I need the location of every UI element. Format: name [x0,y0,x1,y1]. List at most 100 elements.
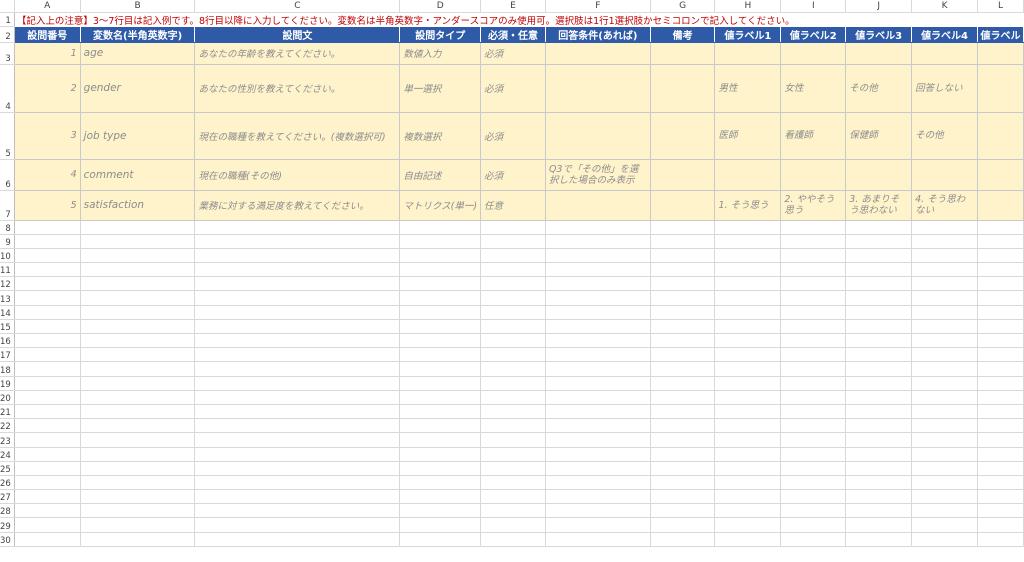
row-header-4[interactable]: 4 [0,64,15,113]
row-header-10[interactable]: 10 [0,248,15,264]
empty-cell[interactable] [480,532,546,547]
empty-cell[interactable] [845,319,913,335]
example-cell-l4[interactable]: その他 [911,112,978,160]
empty-cell[interactable] [194,432,401,448]
empty-cell[interactable] [194,404,401,420]
header-cell[interactable]: 備考 [650,26,716,43]
empty-cell[interactable] [14,390,81,405]
empty-cell[interactable] [399,333,482,349]
empty-cell[interactable] [911,432,978,448]
empty-cell[interactable] [714,503,782,519]
empty-cell[interactable] [80,475,196,491]
empty-cell[interactable] [714,404,782,420]
example-cell-l5[interactable] [977,64,1024,113]
example-cell-req[interactable]: 任意 [480,190,546,221]
row-header-9[interactable]: 9 [0,234,15,249]
empty-cell[interactable] [650,432,716,448]
empty-cell[interactable] [977,418,1024,434]
empty-cell[interactable] [399,418,482,434]
example-cell-no[interactable]: 5 [14,190,81,221]
empty-cell[interactable] [545,234,651,249]
instruction-notice[interactable]: 【記入上の注意】3～7行目は記入例です。8行目以降に入力してください。変数名は半… [14,12,1023,27]
empty-cell[interactable] [480,347,546,363]
empty-cell[interactable] [911,376,978,391]
empty-cell[interactable] [545,333,651,349]
empty-cell[interactable] [714,361,782,377]
empty-cell[interactable] [14,276,81,292]
empty-cell[interactable] [714,376,782,391]
empty-cell[interactable] [194,376,401,391]
empty-cell[interactable] [14,234,81,249]
empty-cell[interactable] [911,347,978,363]
empty-cell[interactable] [194,489,401,505]
empty-cell[interactable] [545,361,651,377]
example-cell-l5[interactable] [977,112,1024,160]
empty-cell[interactable] [650,390,716,405]
header-cell[interactable]: 値ラベル1 [714,26,782,43]
empty-cell[interactable] [194,418,401,434]
empty-cell[interactable] [80,418,196,434]
header-cell[interactable]: 必須・任意 [480,26,546,43]
column-header-a[interactable]: A [14,0,81,13]
empty-cell[interactable] [650,376,716,391]
empty-cell[interactable] [545,489,651,505]
empty-cell[interactable] [845,248,913,264]
empty-cell[interactable] [911,390,978,405]
empty-cell[interactable] [911,503,978,519]
empty-cell[interactable] [780,475,847,491]
empty-cell[interactable] [80,276,196,292]
empty-cell[interactable] [545,220,651,235]
example-cell-no[interactable]: 3 [14,112,81,160]
empty-cell[interactable] [14,475,81,491]
example-cell-no[interactable]: 2 [14,64,81,113]
example-cell-l3[interactable]: 保健師 [845,112,913,160]
example-cell-l4[interactable]: 4. そう思わない [911,190,978,221]
empty-cell[interactable] [194,390,401,405]
empty-cell[interactable] [845,418,913,434]
example-cell-req[interactable]: 必須 [480,112,546,160]
empty-cell[interactable] [780,220,847,235]
row-header-20[interactable]: 20 [0,390,15,405]
empty-cell[interactable] [14,333,81,349]
empty-cell[interactable] [545,517,651,533]
empty-cell[interactable] [714,220,782,235]
empty-cell[interactable] [80,361,196,377]
example-cell-l1[interactable]: 男性 [714,64,782,113]
empty-cell[interactable] [194,532,401,547]
empty-cell[interactable] [714,262,782,278]
empty-cell[interactable] [545,461,651,476]
empty-cell[interactable] [780,234,847,249]
empty-cell[interactable] [845,333,913,349]
empty-cell[interactable] [194,517,401,533]
empty-cell[interactable] [80,305,196,320]
empty-cell[interactable] [480,503,546,519]
empty-cell[interactable] [14,532,81,547]
column-header-b[interactable]: B [80,0,196,13]
empty-cell[interactable] [780,248,847,264]
empty-cell[interactable] [780,376,847,391]
empty-cell[interactable] [780,517,847,533]
empty-cell[interactable] [845,390,913,405]
empty-cell[interactable] [80,404,196,420]
empty-cell[interactable] [80,503,196,519]
empty-cell[interactable] [780,461,847,476]
example-cell-type[interactable]: マトリクス(単一) [399,190,482,221]
example-cell-l2[interactable] [780,159,847,191]
example-cell-l1[interactable]: 医師 [714,112,782,160]
example-cell-req[interactable]: 必須 [480,42,546,65]
empty-cell[interactable] [480,361,546,377]
empty-cell[interactable] [80,234,196,249]
empty-cell[interactable] [911,489,978,505]
cell-grid[interactable]: ABCDEFGHIJKL 1 【記入上の注意】3～7行目は記入例です。8行目以降に… [0,0,1024,547]
empty-cell[interactable] [911,517,978,533]
empty-cell[interactable] [194,503,401,519]
row-header-6[interactable]: 6 [0,159,15,191]
empty-cell[interactable] [845,290,913,306]
empty-cell[interactable] [194,475,401,491]
row-header-8[interactable]: 8 [0,220,15,235]
empty-cell[interactable] [545,432,651,448]
empty-cell[interactable] [399,432,482,448]
empty-cell[interactable] [399,517,482,533]
empty-cell[interactable] [480,333,546,349]
empty-cell[interactable] [194,347,401,363]
